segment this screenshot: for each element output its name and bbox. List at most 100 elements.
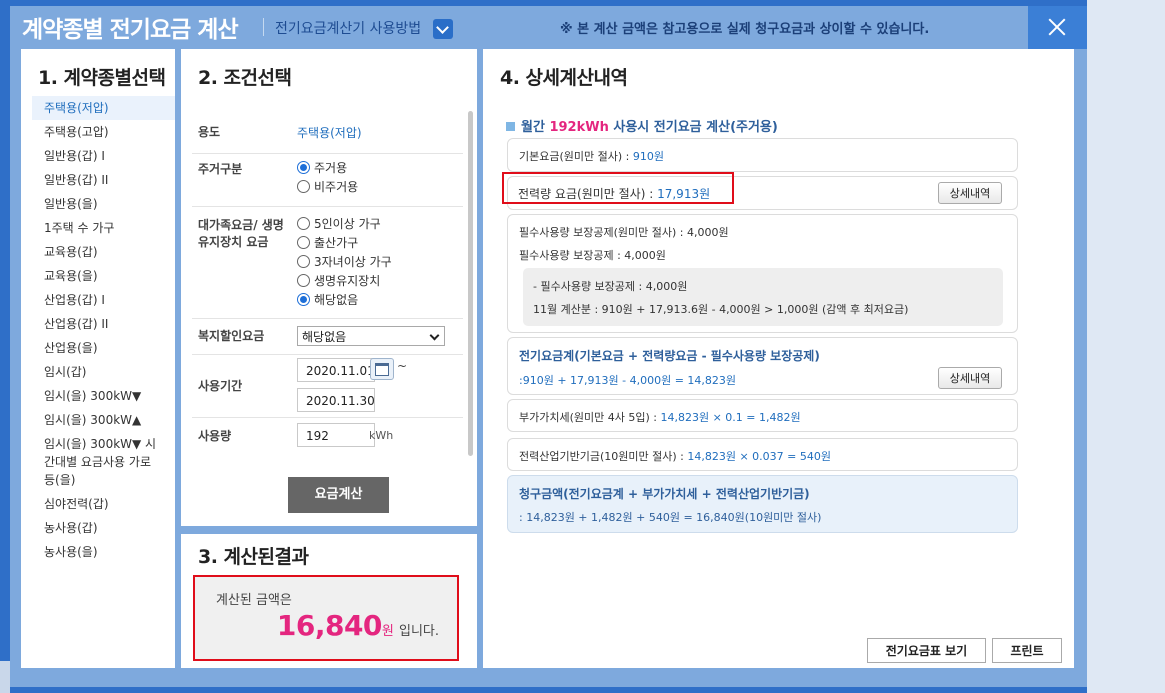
period-row: 사용기간 2020.11.01 2020.11.30 — [192, 354, 463, 418]
contract-type-item[interactable]: 농사용(갑) — [32, 516, 175, 540]
bullet-square-icon — [506, 122, 515, 131]
section4-title: 4. 상세계산내역 — [500, 67, 628, 89]
essential-line2: 필수사용량 보장공제 : 4,000원 — [519, 249, 666, 262]
section3-title: 3. 계산된결과 — [198, 546, 309, 568]
essential-inner2: 11월 계산분 : 910원 + 17,913.6원 - 4,000원 > 1,… — [533, 303, 909, 316]
contract-type-item[interactable]: 일반용(을) — [32, 192, 175, 216]
discount-option[interactable]: 생명유지장치 — [297, 272, 380, 291]
residence-option[interactable]: 주거용 — [297, 159, 347, 178]
electric-total-box: 전기요금계(기본요금 + 전력량요금 - 필수사용량 보장공제) :910원 +… — [507, 337, 1018, 395]
discount-option[interactable]: 출산가구 — [297, 234, 358, 253]
electric-total-calc: :910원 + 17,913원 - 4,000원 = 14,823원 — [519, 374, 737, 387]
radio-unchecked[interactable] — [297, 217, 310, 230]
fund-box: 전력산업기반기금(10원미만 절사) : 14,823원 × 0.037 = 5… — [507, 438, 1018, 471]
discount-option[interactable]: 3자녀이상 가구 — [297, 253, 392, 272]
contract-type-item[interactable]: 주택용(저압) — [32, 96, 175, 120]
contract-type-item[interactable]: 임시(갑) — [32, 360, 175, 384]
condition-scrollbar[interactable] — [468, 111, 473, 456]
desktop-background — [1087, 0, 1165, 693]
amount-label: 사용량 — [198, 429, 232, 443]
contract-type-list: 주택용(저압) 주택용(고압) 일반용(갑) I 일반용(갑) II 일반용(을… — [32, 96, 175, 564]
detail-subtitle: 월간 192kWh 사용시 전기요금 계산(주거용) — [506, 116, 778, 135]
section1-title: 1. 계약종별선택 — [38, 67, 166, 89]
billing-box: 청구금액(전기요금계 + 부가가치세 + 전력산업기반기금) : 14,823원… — [507, 475, 1018, 533]
amount-row: 사용량 192 — [192, 417, 463, 455]
result-panel: 3. 계산된결과 계산된 금액은 16,840원 입니다. — [181, 534, 477, 668]
radio-unchecked[interactable] — [297, 255, 310, 268]
welfare-row: 복지할인요금 해당없음 — [192, 318, 463, 355]
result-suffix: 입니다. — [398, 624, 439, 639]
discount-option[interactable]: 5인이상 가구 — [297, 215, 381, 234]
base-fee-line: 기본요금(원미만 절사) : 910원 — [519, 150, 664, 163]
radio-unchecked[interactable] — [297, 236, 310, 249]
usage-row: 용도 주택용(저압) — [192, 111, 463, 154]
discount-label: 대가족요금/ 생명유지장치 요금 — [198, 218, 284, 249]
radio-unchecked[interactable] — [297, 274, 310, 287]
calculator-window: 계약종별 전기요금 계산 전기요금계산기 사용방법 ※ 본 계산 금액은 참고용… — [10, 6, 1087, 687]
contract-type-item[interactable]: 1주택 수 가구 — [32, 216, 175, 240]
welfare-select[interactable]: 해당없음 — [297, 326, 445, 346]
energy-detail-button[interactable]: 상세내역 — [938, 182, 1002, 204]
contract-type-item[interactable]: 농사용(을) — [32, 540, 175, 564]
contract-type-item[interactable]: 임시(을) 300kW▼ — [32, 384, 175, 408]
window-title: 계약종별 전기요금 계산 — [22, 17, 239, 43]
result-label: 계산된 금액은 — [216, 593, 292, 608]
amount-unit: kWh — [369, 429, 394, 442]
billing-calc: : 14,823원 + 1,482원 + 540원 = 16,840원(10원미… — [519, 511, 822, 524]
contract-type-item[interactable]: 일반용(갑) I — [32, 144, 175, 168]
essential-line1: 필수사용량 보장공제(원미만 절사) : 4,000원 — [519, 226, 729, 239]
total-detail-button[interactable]: 상세내역 — [938, 367, 1002, 389]
calendar-icon[interactable] — [370, 358, 394, 380]
contract-type-item[interactable]: 산업용(갑) I — [32, 288, 175, 312]
usage-amount-input[interactable]: 192 — [297, 423, 375, 447]
period-start-input[interactable]: 2020.11.01 — [297, 358, 375, 382]
energy-fee-box: 전력량 요금(원미만 절사) : 17,913원 상세내역 — [502, 172, 1018, 210]
contract-type-item[interactable]: 교육용(갑) — [32, 240, 175, 264]
contract-type-panel: 1. 계약종별선택 주택용(저압) 주택용(고압) 일반용(갑) I 일반용(갑… — [21, 49, 175, 668]
chevron-down-icon[interactable] — [433, 19, 453, 39]
contract-type-item[interactable]: 임시(을) 300kW▼ 시간대별 요금사용 가로등(을) — [32, 432, 162, 492]
contract-type-item[interactable]: 교육용(을) — [32, 264, 175, 288]
result-amount: 16,840 — [276, 609, 383, 642]
contract-type-item[interactable]: 산업용(을) — [32, 336, 175, 360]
close-icon[interactable] — [1028, 6, 1087, 49]
result-box: 계산된 금액은 16,840원 입니다. — [193, 575, 459, 661]
period-label: 사용기간 — [198, 379, 243, 393]
fund-line: 전력산업기반기금(10원미만 절사) : 14,823원 × 0.037 = 5… — [519, 450, 831, 463]
contract-type-item[interactable]: 임시(을) 300kW▲ — [32, 408, 175, 432]
result-unit: 원 — [381, 624, 394, 639]
welfare-label: 복지할인요금 — [198, 329, 265, 343]
residence-row: 주거구분 주거용 비주거용 — [192, 153, 463, 207]
base-fee-box: 기본요금(원미만 절사) : 910원 — [507, 138, 1018, 172]
period-tilde: ~ — [397, 359, 408, 373]
contract-type-item[interactable]: 산업용(갑) II — [32, 312, 175, 336]
radio-checked[interactable] — [297, 161, 310, 174]
contract-type-item[interactable]: 심야전력(갑) — [32, 492, 175, 516]
discount-option[interactable]: 해당없음 — [297, 291, 358, 310]
contract-type-item[interactable]: 일반용(갑) II — [32, 168, 175, 192]
vat-line: 부가가치세(원미만 4사 5입) : 14,823원 × 0.1 = 1,482… — [519, 411, 801, 424]
billing-title: 청구금액(전기요금계 + 부가가치세 + 전력산업기반기금) — [519, 487, 810, 501]
essential-inner1: - 필수사용량 보장공제 : 4,000원 — [533, 280, 688, 293]
subtitle-kwh: 192kWh — [549, 120, 609, 135]
howto-link[interactable]: 전기요금계산기 사용방법 — [275, 18, 421, 38]
result-line: 16,840원 입니다. — [277, 609, 439, 642]
essential-inner-box: - 필수사용량 보장공제 : 4,000원 11월 계산분 : 910원 + 1… — [523, 268, 1003, 326]
period-end-input[interactable]: 2020.11.30 — [297, 388, 375, 412]
energy-fee-line: 전력량 요금(원미만 절사) : 17,913원 — [518, 187, 711, 201]
vat-box: 부가가치세(원미만 4사 5입) : 14,823원 × 0.1 = 1,482… — [507, 399, 1018, 432]
residence-option[interactable]: 비주거용 — [297, 178, 358, 197]
notice-text: ※ 본 계산 금액은 참고용으로 실제 청구요금과 상이할 수 있습니다. — [560, 22, 930, 37]
usage-label: 용도 — [198, 125, 221, 139]
radio-checked[interactable] — [297, 293, 310, 306]
radio-unchecked[interactable] — [297, 180, 310, 193]
rate-table-button[interactable]: 전기요금표 보기 — [867, 638, 986, 663]
essential-deduction-box: 필수사용량 보장공제(원미만 절사) : 4,000원 필수사용량 보장공제 :… — [507, 214, 1018, 333]
title-separator — [263, 18, 264, 36]
condition-panel: 2. 조건선택 용도 주택용(저압) 주거구분 주거용 비주거용 대가족요금/ … — [181, 49, 477, 526]
contract-type-item[interactable]: 주택용(고압) — [32, 120, 175, 144]
print-button[interactable]: 프린트 — [992, 638, 1062, 663]
detail-panel: 4. 상세계산내역 월간 192kWh 사용시 전기요금 계산(주거용) 기본요… — [483, 49, 1074, 668]
calculate-button[interactable]: 요금계산 — [288, 477, 389, 513]
section2-title: 2. 조건선택 — [198, 67, 292, 89]
